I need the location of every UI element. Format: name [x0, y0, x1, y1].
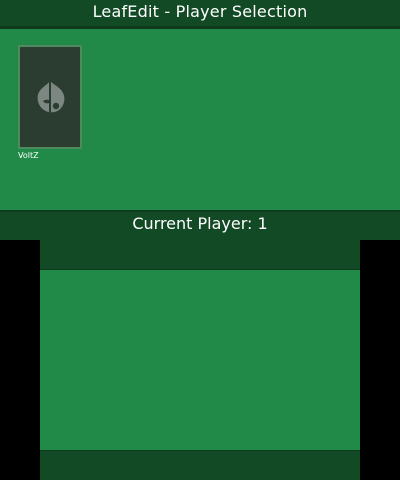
app-window: LeafEdit - Player Selection VoltZ Curren…	[0, 0, 400, 480]
bottom-top-bar	[40, 240, 360, 270]
bottom-screen[interactable]	[40, 240, 360, 480]
leaf-icon	[37, 81, 65, 113]
page-title: LeafEdit - Player Selection	[92, 2, 308, 21]
player-card-box[interactable]	[18, 45, 82, 149]
player-slot-1[interactable]	[18, 45, 82, 149]
player-name-label: VoltZ	[18, 151, 39, 160]
current-player-label: Current Player: 1	[132, 214, 268, 233]
bottom-bottom-bar	[40, 450, 360, 480]
top-screen: LeafEdit - Player Selection VoltZ Curren…	[0, 0, 400, 240]
